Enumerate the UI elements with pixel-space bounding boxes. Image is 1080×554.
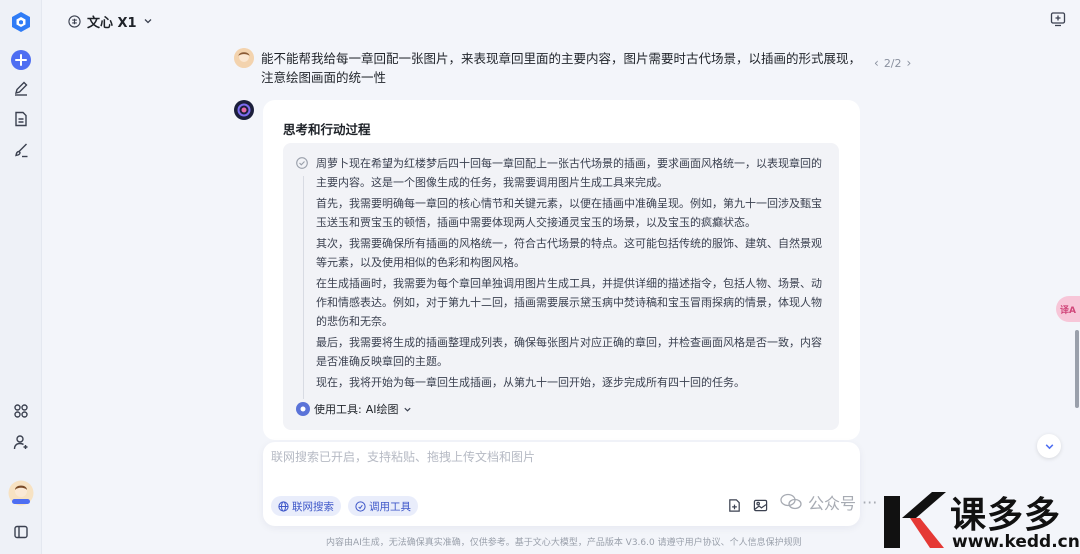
next-version-icon[interactable]: › [907, 56, 912, 70]
thinking-paragraph: 在生成插画时，我需要为每个章回单独调用图片生成工具，并提供详细的描述指令，包括人… [316, 277, 822, 328]
thinking-paragraph: 其次，我需要确保所有插画的风格统一，符合古代场景的特点。这可能包括传统的服饰、建… [316, 237, 822, 269]
document-icon[interactable] [8, 106, 34, 132]
thinking-section-title: 思考和行动过程 [283, 122, 371, 137]
pager-count: 2/2 [883, 56, 902, 70]
bot-response-card: 思考和行动过程 周萝卜现在希望为红楼梦后四十回每一章回配上一张古代场景的插画，要… [263, 100, 860, 440]
thinking-paragraph: 周萝卜现在希望为红楼梦后四十回每一章回配上一张古代场景的插画，要求画面风格统一，… [316, 157, 822, 189]
chat-input-box: 联网搜索 调用工具 [263, 442, 860, 526]
model-icon [68, 14, 81, 28]
k-logo-icon [884, 492, 946, 548]
check-circle-icon [296, 157, 308, 173]
sidebar [0, 0, 42, 554]
translate-button[interactable]: 译A [1056, 296, 1080, 322]
avatar[interactable] [8, 480, 34, 506]
call-tool-label: 调用工具 [369, 500, 411, 513]
web-search-label: 联网搜索 [292, 500, 334, 513]
thinking-paragraph: 首先，我需要明确每一章回的核心情节和关键元素，以便在插画中准确呈现。例如，第九十… [316, 197, 822, 229]
chat-input[interactable] [271, 448, 841, 476]
model-selector[interactable]: 文心 X1 [68, 11, 153, 31]
upload-file-icon[interactable] [727, 498, 742, 517]
user-avatar [234, 48, 254, 68]
tool-icon [355, 500, 366, 512]
screen-share-icon[interactable] [1050, 11, 1066, 31]
edit-icon[interactable] [8, 75, 34, 101]
brand-url: www.kedd.cn [952, 532, 1080, 552]
chevron-down-icon [1045, 443, 1053, 449]
call-tool-button[interactable]: 调用工具 [348, 496, 418, 516]
message-pager: ‹ 2/2 › [874, 56, 911, 70]
thinking-panel: 周萝卜现在希望为红楼梦后四十回每一章回配上一张古代场景的插画，要求画面风格统一，… [283, 143, 839, 430]
tool-label: 使用工具: [314, 403, 362, 416]
web-search-toggle[interactable]: 联网搜索 [271, 496, 341, 516]
thinking-text: 周萝卜现在希望为红楼梦后四十回每一章回配上一张古代场景的插画，要求画面风格统一，… [316, 154, 826, 394]
user-message: 能不能帮我给每一章回配一张图片，来表现章回里面的主要内容，图片需要时古代场景，以… [261, 51, 862, 85]
new-chat-button[interactable] [8, 47, 34, 73]
kedd-logo: 课多多 www.kedd.cn [880, 488, 1080, 554]
tool-usage-toggle[interactable]: 使用工具: AI绘图 [296, 401, 412, 417]
timeline-line [303, 176, 304, 399]
user-settings-icon[interactable] [8, 429, 34, 455]
app-logo-icon[interactable] [8, 9, 34, 35]
tool-icon [296, 402, 310, 416]
prev-version-icon[interactable]: ‹ [874, 56, 879, 70]
bot-avatar [234, 100, 254, 120]
disclaimer-footer: 内容由AI生成，无法确保真实准确，仅供参考。基于文心大模型，产品版本 V3.6.… [326, 538, 802, 548]
tool-name: AI绘图 [365, 403, 399, 416]
thinking-paragraph: 现在，我将开始为每一章回生成插画，从第九十一回开始，逐步完成所有四十回的任务。 [316, 376, 745, 389]
brush-icon[interactable] [8, 137, 34, 163]
apps-icon[interactable] [8, 398, 34, 424]
model-name: 文心 X1 [87, 15, 137, 31]
chevron-down-icon [144, 19, 152, 24]
brand-name: 课多多 [950, 495, 1062, 536]
upload-image-icon[interactable] [753, 498, 768, 517]
scroll-to-bottom-button[interactable] [1037, 434, 1061, 458]
sidebar-toggle-icon[interactable] [8, 519, 34, 545]
dots-icon: ··· [862, 492, 878, 512]
translate-label: 译A [1060, 305, 1076, 316]
globe-icon [278, 500, 289, 512]
thinking-paragraph: 最后，我需要将生成的插画整理成列表，确保每张图片对应正确的章回，并检查画面风格是… [316, 336, 822, 368]
chevron-down-icon [403, 407, 411, 412]
scrollbar-thumb[interactable] [1075, 330, 1079, 408]
